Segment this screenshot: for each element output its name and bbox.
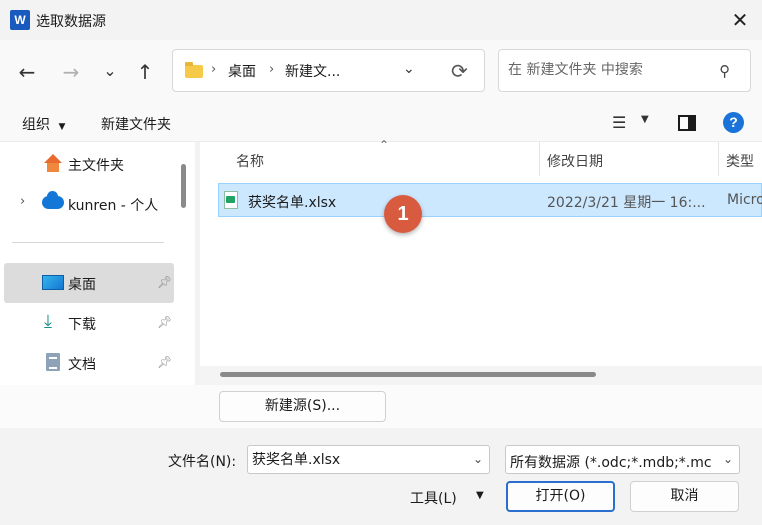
column-header-modified[interactable]: 修改日期	[547, 151, 603, 171]
open-button[interactable]: 打开(O)	[506, 481, 615, 512]
organize-label: 组织	[22, 117, 50, 133]
cancel-button[interactable]: 取消	[630, 481, 739, 512]
arrow-right-icon: →	[62, 60, 80, 84]
search-input[interactable]	[508, 62, 708, 78]
recent-locations-button[interactable]: ⌄	[96, 56, 124, 84]
close-button[interactable]: ✕	[718, 0, 762, 40]
up-button[interactable]: ↑	[131, 58, 159, 86]
dialog-footer: 文件名(N): ⌄ 所有数据源 (*.odc;*.mdb;*.mc ⌄ 工具(L…	[0, 428, 762, 525]
caret-down-icon: ▼	[58, 122, 66, 132]
navigation-bar: ← → ⌄ ↑ › 桌面 › 新建文... ⌄ ⟳ ⚲	[0, 40, 762, 102]
preview-pane-icon[interactable]	[678, 115, 696, 131]
organize-menu[interactable]: 组织 ▼	[22, 114, 65, 134]
sidebar-item-label: kunren - 个人	[68, 198, 159, 214]
documents-icon	[46, 353, 60, 371]
sidebar-divider	[12, 242, 164, 243]
new-folder-button[interactable]: 新建文件夹	[101, 114, 171, 134]
expand-chevron-icon[interactable]: ›	[20, 194, 25, 209]
horizontal-scrollbar[interactable]	[200, 366, 762, 385]
arrow-up-icon: ↑	[136, 60, 154, 84]
file-list: ⌃ 名称 修改日期 类型 获奖名单.xlsx 2022/3/21 星期一 16:…	[200, 138, 762, 385]
search-icon[interactable]: ⚲	[719, 62, 730, 80]
chevron-right-icon: ›	[211, 62, 217, 77]
table-row[interactable]: 获奖名单.xlsx 2022/3/21 星期一 16:... Micro 1	[218, 183, 762, 233]
refresh-icon[interactable]: ⟳	[451, 59, 468, 83]
sidebar-item-onedrive[interactable]: › kunren - 个人	[4, 184, 174, 224]
new-source-button[interactable]: 新建源(S)...	[219, 391, 386, 422]
file-type-value: 所有数据源 (*.odc;*.mdb;*.mc	[510, 455, 712, 471]
file-type: Micro	[727, 192, 762, 208]
column-separator[interactable]	[539, 142, 540, 176]
sidebar-item-label: 下载	[68, 317, 96, 333]
view-options-caret-icon[interactable]: ▼	[641, 114, 649, 125]
command-toolbar: 组织 ▼ 新建文件夹 ☰ ▼ ?	[0, 102, 762, 142]
filename-label: 文件名(N):	[168, 454, 237, 470]
pin-icon: 📌︎	[157, 315, 173, 329]
sort-ascending-icon: ⌃	[379, 138, 390, 152]
title-bar: W 选取数据源 ✕	[0, 0, 762, 40]
tools-menu[interactable]: 工具(L)	[410, 488, 457, 508]
chevron-right-icon: ›	[269, 62, 275, 77]
excel-file-icon	[224, 191, 238, 209]
tools-caret-icon[interactable]: ▼	[476, 490, 484, 501]
chevron-down-icon[interactable]: ⌄	[723, 452, 733, 466]
folder-icon	[185, 62, 203, 78]
sidebar-item-downloads[interactable]: ⤓ 下载 📌︎	[4, 303, 174, 343]
sidebar-item-documents[interactable]: 文档 📌︎	[4, 343, 174, 383]
home-icon	[42, 154, 64, 174]
file-name: 获奖名单.xlsx	[248, 195, 337, 211]
search-box[interactable]: ⚲	[498, 49, 751, 92]
help-icon[interactable]: ?	[723, 112, 744, 133]
sidebar-item-home[interactable]: 主文件夹	[4, 144, 174, 184]
breadcrumb-desktop[interactable]: 桌面	[228, 61, 256, 81]
chevron-down-icon: ⌄	[103, 60, 117, 80]
close-icon: ✕	[731, 8, 749, 32]
list-view-icon[interactable]: ☰	[612, 113, 626, 132]
sidebar-item-desktop[interactable]: 桌面 📌︎	[4, 263, 174, 303]
breadcrumb-new-folder[interactable]: 新建文...	[285, 61, 340, 81]
new-source-area: 新建源(S)...	[0, 385, 762, 428]
address-dropdown-icon[interactable]: ⌄	[403, 61, 415, 77]
filename-input[interactable]	[252, 451, 462, 467]
column-separator[interactable]	[718, 142, 719, 176]
sidebar-scrollbar[interactable]	[181, 164, 186, 208]
address-bar[interactable]: › 桌面 › 新建文... ⌄ ⟳	[172, 49, 485, 92]
sidebar-item-label: 主文件夹	[68, 158, 124, 174]
arrow-left-icon: ←	[18, 60, 36, 84]
sidebar-item-label: 文档	[68, 357, 96, 373]
onedrive-cloud-icon	[42, 191, 64, 209]
step-number-badge: 1	[384, 195, 422, 233]
forward-button[interactable]: →	[57, 58, 85, 86]
column-header-name[interactable]: 名称	[236, 151, 264, 171]
file-modified-date: 2022/3/21 星期一 16:...	[547, 195, 706, 211]
sidebar-item-label: 桌面	[68, 277, 96, 293]
column-header-type[interactable]: 类型	[726, 151, 754, 171]
filename-combobox[interactable]: ⌄	[247, 445, 490, 474]
chevron-down-icon[interactable]: ⌄	[473, 452, 483, 466]
download-icon: ⤓	[44, 311, 52, 332]
file-type-select[interactable]: 所有数据源 (*.odc;*.mdb;*.mc ⌄	[505, 445, 740, 474]
navigation-pane: 主文件夹 › kunren - 个人 桌面 📌︎ ⤓ 下载 📌︎ 文档 📌︎	[0, 142, 195, 385]
back-button[interactable]: ←	[13, 58, 41, 86]
scrollbar-thumb[interactable]	[220, 372, 596, 377]
word-app-icon: W	[10, 10, 30, 30]
window-title: 选取数据源	[36, 14, 106, 30]
desktop-icon	[42, 275, 64, 290]
pin-icon: 📌︎	[157, 275, 173, 289]
pin-icon: 📌︎	[157, 355, 173, 369]
